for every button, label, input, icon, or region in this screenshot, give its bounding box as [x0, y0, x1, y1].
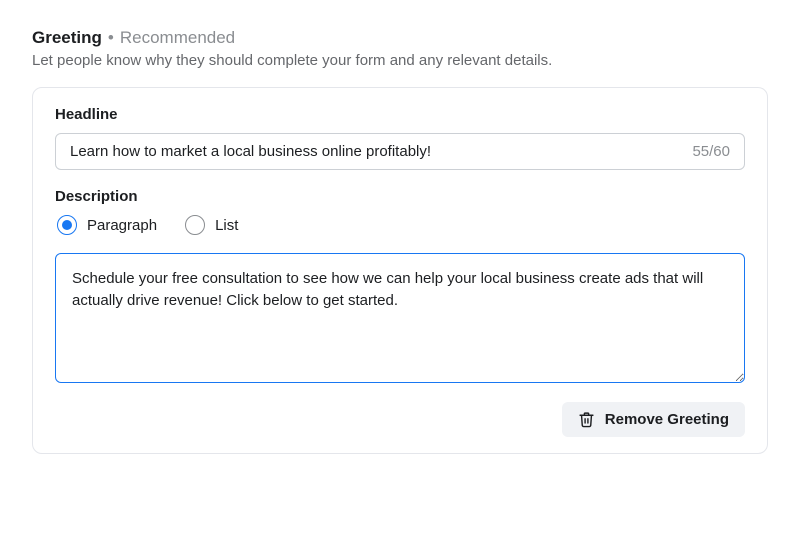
remove-greeting-button[interactable]: Remove Greeting: [562, 402, 745, 437]
section-header: Greeting • Recommended: [32, 28, 768, 48]
section-tag: Recommended: [120, 28, 235, 48]
headline-input[interactable]: [70, 143, 682, 160]
description-label: Description: [55, 188, 745, 205]
radio-circle-icon: [185, 215, 205, 235]
headline-field-wrap[interactable]: 55/60: [55, 133, 745, 170]
radio-paragraph[interactable]: Paragraph: [57, 215, 157, 235]
radio-list[interactable]: List: [185, 215, 238, 235]
radio-list-label: List: [215, 217, 238, 234]
greeting-card: Headline 55/60 Description Paragraph Lis…: [32, 87, 768, 454]
headline-char-counter: 55/60: [682, 143, 730, 160]
section-subtitle: Let people know why they should complete…: [32, 52, 768, 69]
section-title: Greeting: [32, 28, 102, 48]
separator-dot: •: [108, 28, 114, 48]
card-footer: Remove Greeting: [55, 402, 745, 437]
description-type-radio-group: Paragraph List: [55, 215, 745, 235]
headline-label: Headline: [55, 106, 745, 123]
radio-circle-icon: [57, 215, 77, 235]
remove-greeting-label: Remove Greeting: [605, 411, 729, 428]
description-textarea[interactable]: [55, 253, 745, 383]
radio-paragraph-label: Paragraph: [87, 217, 157, 234]
radio-dot-icon: [62, 220, 72, 230]
trash-icon: [578, 411, 595, 428]
